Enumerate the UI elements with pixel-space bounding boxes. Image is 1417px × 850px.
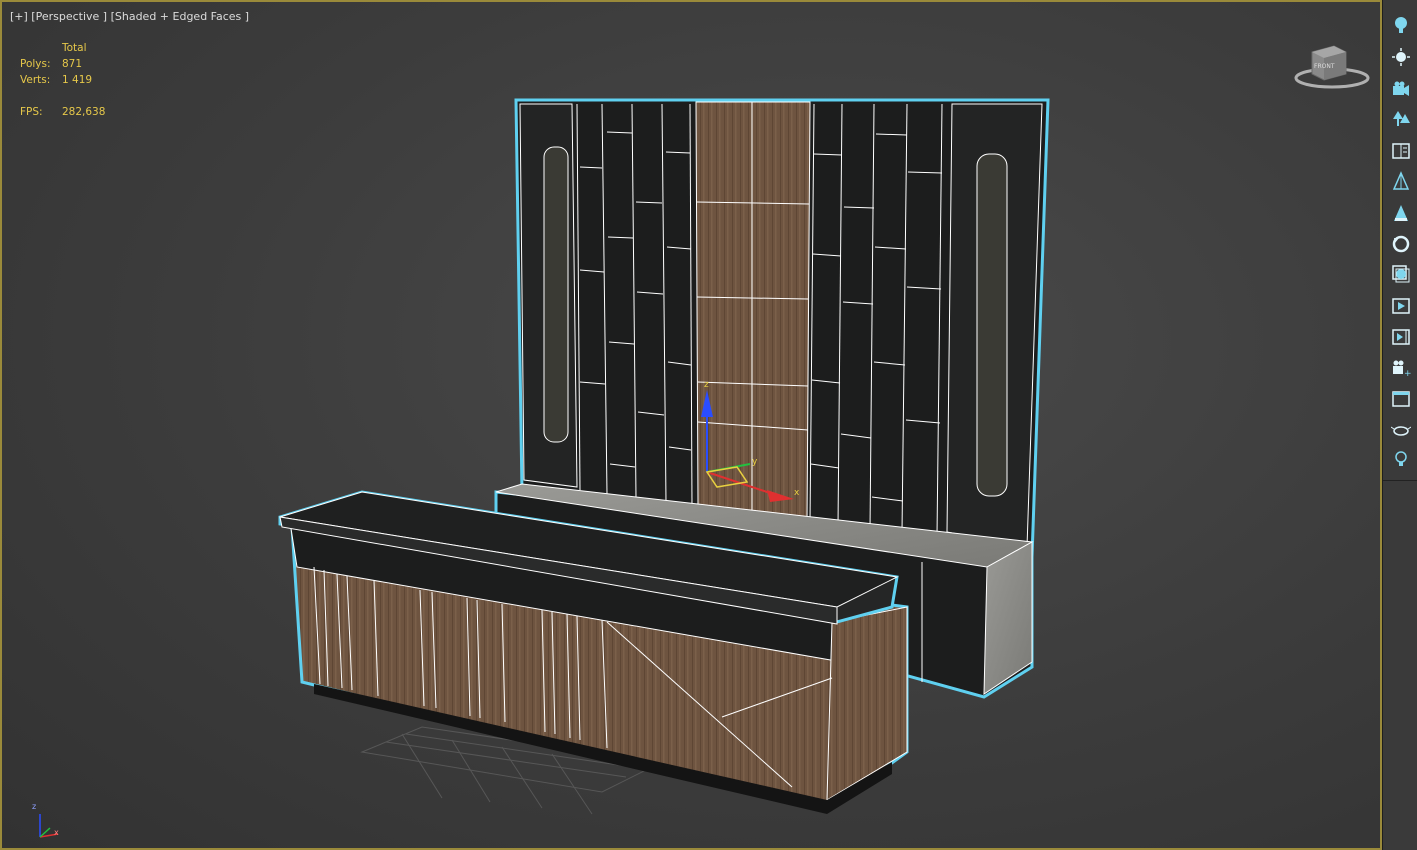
viewcube-face-label: FRONT (1314, 63, 1335, 70)
render-icon[interactable] (1390, 326, 1412, 348)
perspective-viewport[interactable]: z y x [+] [Perspective ] [Shaded + Edged… (0, 0, 1382, 850)
svg-text:y: y (752, 457, 758, 467)
fps-label: FPS: (20, 106, 43, 118)
viewport-label[interactable]: [+] [Perspective ] [Shaded + Edged Faces… (10, 10, 249, 23)
light-add-icon[interactable] (1390, 448, 1412, 470)
tree-icon[interactable] (1390, 108, 1412, 130)
axis-z-label: z (32, 802, 37, 811)
scene-render: z y x (39, 98, 1050, 838)
foliage-icon[interactable] (1390, 170, 1412, 192)
sun-icon[interactable] (1390, 46, 1412, 68)
verts-label: Verts: (20, 74, 51, 86)
axis-x-label: x (54, 828, 59, 837)
frame-icon[interactable] (1390, 388, 1412, 410)
svg-text:z: z (704, 380, 709, 390)
stats-header: Total (62, 42, 87, 54)
svg-text:+: + (1404, 369, 1411, 378)
object-paint-icon[interactable] (1390, 202, 1412, 224)
command-toolbar: + (1382, 0, 1417, 850)
light-bulb-icon[interactable] (1390, 14, 1412, 36)
rotate-icon[interactable] (1390, 233, 1412, 255)
svg-text:x: x (794, 488, 800, 498)
verts-value: 1 419 (62, 74, 93, 86)
teapot-icon[interactable] (1390, 418, 1412, 440)
camera-add-icon[interactable]: + (1390, 357, 1412, 379)
pivot-icon[interactable] (1390, 295, 1412, 317)
material-icon[interactable] (1390, 263, 1412, 285)
fps-value: 282,638 (62, 106, 106, 118)
library-icon[interactable] (1390, 140, 1412, 162)
polys-label: Polys: (20, 58, 51, 70)
camera-icon[interactable] (1390, 78, 1412, 100)
view-cube[interactable]: FRONT (1292, 42, 1372, 98)
toolbar-separator (1383, 480, 1417, 481)
polys-value: 871 (62, 58, 83, 70)
